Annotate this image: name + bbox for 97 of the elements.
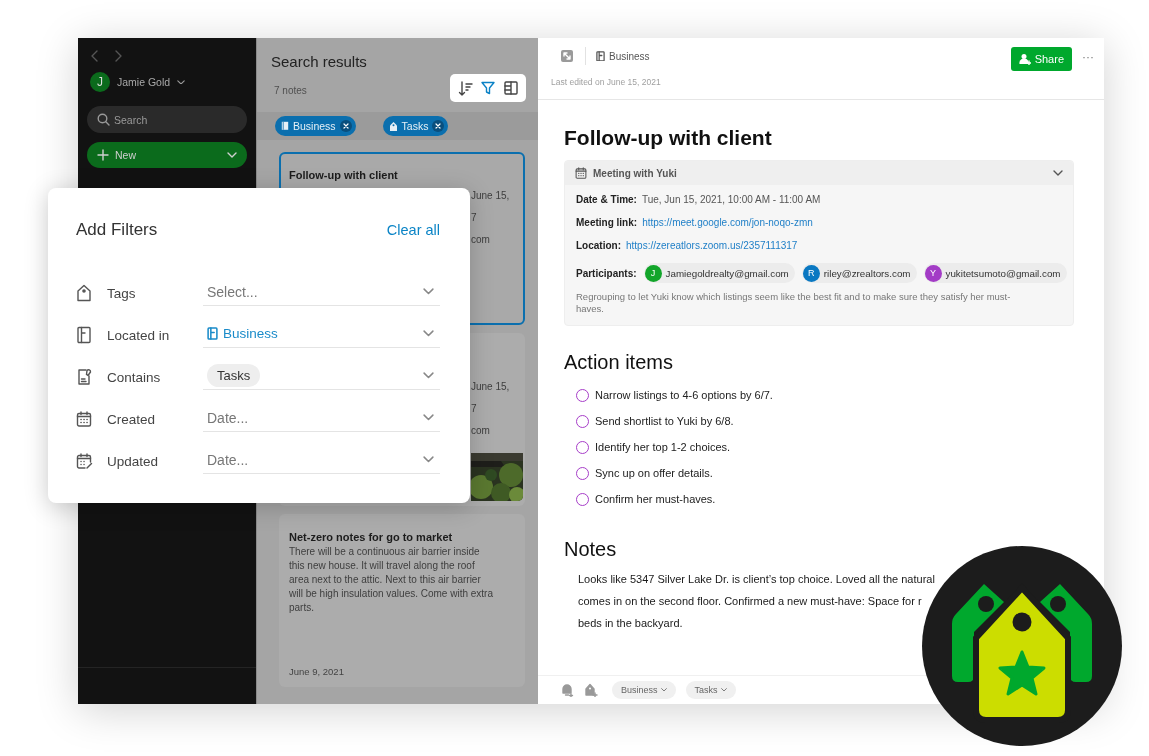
filter-label: Created xyxy=(107,411,157,427)
calendar-icon xyxy=(76,411,92,427)
remove-icon[interactable] xyxy=(339,120,352,132)
note-snippet: 7 xyxy=(471,402,478,416)
tag-chip[interactable]: Tasks xyxy=(685,681,736,699)
user-avatar[interactable]: J xyxy=(90,72,110,92)
arrow-icon xyxy=(563,52,571,60)
task-text: Confirm her must-haves. xyxy=(595,492,716,507)
layout-icon[interactable] xyxy=(503,81,518,95)
filter-label: Updated xyxy=(107,453,160,469)
tag-chip[interactable]: Business xyxy=(612,681,676,699)
tag-chip[interactable]: Tasks xyxy=(207,364,261,387)
document-icon xyxy=(76,368,92,386)
participant-avatar: R xyxy=(802,264,820,282)
person-add-icon xyxy=(1018,53,1031,65)
caret-icon xyxy=(423,456,434,463)
notebook-icon xyxy=(207,326,218,341)
section-heading: Notes xyxy=(564,537,618,561)
note-title: Follow-up with client xyxy=(564,126,773,150)
share-button[interactable]: Share xyxy=(1010,47,1072,71)
clear-all-link[interactable]: Clear all xyxy=(386,222,440,238)
note-snippet: com xyxy=(471,424,491,438)
filter-label: Tags xyxy=(107,285,137,301)
tag-icon xyxy=(388,120,398,132)
list-title: Search results xyxy=(271,53,368,70)
calendar-edit-icon xyxy=(76,453,93,469)
meeting-description: Regrouping to let Yuki know which listings seem like the best fit and to make sure they satisfy her must-haves. xyxy=(576,291,1012,315)
participant-email: Jamiegoldrealty@gmail.com xyxy=(665,267,789,279)
field-value: Business xyxy=(207,326,419,341)
note-snippet: June 15, xyxy=(471,380,511,394)
field-label: Meeting link: xyxy=(576,217,638,229)
tag-add-icon[interactable] xyxy=(584,683,598,697)
notebook-icon xyxy=(76,326,92,344)
select-field[interactable]: Date... xyxy=(207,409,419,426)
caret-icon xyxy=(227,152,237,158)
note-snippet: com xyxy=(471,233,491,247)
more-button[interactable]: ··· xyxy=(1082,50,1094,64)
expand-icon[interactable] xyxy=(561,50,573,62)
select-field[interactable]: Select... xyxy=(207,283,419,300)
filter-label: Contains xyxy=(107,369,162,385)
filter-label: Tasks xyxy=(401,120,429,132)
select-field[interactable]: Date... xyxy=(207,451,419,468)
new-button[interactable]: New xyxy=(87,142,247,168)
caret-icon xyxy=(423,414,434,421)
task-text: Identify her top 1-2 choices. xyxy=(595,440,731,455)
user-name[interactable]: Jamie Gold xyxy=(117,76,171,88)
field-value: Tue, Jun 15, 2021, 10:00 AM - 11:00 AM xyxy=(641,194,821,206)
note-snippet: June 15, xyxy=(471,189,511,203)
note-title: Follow-up with client xyxy=(289,169,399,181)
participant-avatar: Y xyxy=(924,264,942,282)
plus-icon xyxy=(97,149,109,161)
filter-label: Business xyxy=(293,120,336,132)
task-text: Send shortlist to Yuki by 6/8. xyxy=(595,414,734,429)
note-count: 7 notes xyxy=(274,85,307,96)
participant-email: riley@zrealtors.com xyxy=(823,267,911,279)
link[interactable]: https://zereatlors.zoom.us/2357111317 xyxy=(626,240,798,252)
caret-icon xyxy=(423,372,434,379)
remove-icon[interactable] xyxy=(432,120,445,132)
task-text: Sync up on offer details. xyxy=(595,466,713,481)
filter-icon[interactable] xyxy=(481,81,496,95)
caret-icon xyxy=(1053,170,1063,176)
note-date: June 9, 2021 xyxy=(289,666,345,677)
caret-icon xyxy=(177,79,186,85)
popup-title: Add Filters xyxy=(76,220,158,240)
search-field[interactable]: Search xyxy=(87,106,247,133)
calendar-icon xyxy=(575,167,587,179)
select-field[interactable]: Business xyxy=(203,320,440,348)
caret-icon xyxy=(423,288,434,295)
bell-add-icon[interactable] xyxy=(560,683,574,697)
field-label: Date & Time: xyxy=(576,194,637,206)
task-text: Narrow listings to 4-6 options by 6/7. xyxy=(595,388,773,403)
link[interactable]: https://meet.google.com/jon-noqo-zmn xyxy=(642,217,813,229)
caret-icon xyxy=(720,688,727,692)
caret-icon xyxy=(423,330,434,337)
field-label: Participants: xyxy=(576,267,637,279)
notebook-link[interactable]: Business xyxy=(596,50,650,62)
select-field[interactable]: Tasks xyxy=(203,362,440,390)
search-icon xyxy=(97,113,110,126)
note-title: Net-zero notes for go to market xyxy=(289,531,454,543)
notebook-icon xyxy=(281,121,289,131)
filter-chip[interactable]: Tasks xyxy=(382,116,449,136)
tag-icon xyxy=(76,284,92,302)
participant-avatar: J xyxy=(644,264,662,282)
note-snippet: There will be a continuous air barrier inside this new house. It will travel along the roof area next to the attic. Next to this air barrier will be high insulation values. Come with extra parts. xyxy=(289,545,494,615)
note-snippet: 7 xyxy=(471,211,478,225)
filter-label: Located in xyxy=(107,327,171,343)
search-input[interactable]: Search xyxy=(114,113,224,126)
participant-email: yukitetsumoto@gmail.com xyxy=(945,267,1061,279)
notebook-icon xyxy=(596,50,605,62)
caret-icon xyxy=(660,688,667,692)
meeting-title: Meeting with Yuki xyxy=(593,167,677,179)
field-label: Location: xyxy=(576,240,621,252)
section-heading: Action items xyxy=(564,350,674,374)
note-paragraph: Looks like 5347 Silver Lake Dr. is client’s top choice. Loved all the natural comes in on the second floor. Confirmed a new must-have: Space for r beds in the backyard. xyxy=(578,572,936,631)
sort-icon[interactable] xyxy=(458,80,474,96)
last-edited: Last edited on June 15, 2021 xyxy=(551,77,662,87)
filter-chip[interactable]: Business xyxy=(275,116,356,136)
